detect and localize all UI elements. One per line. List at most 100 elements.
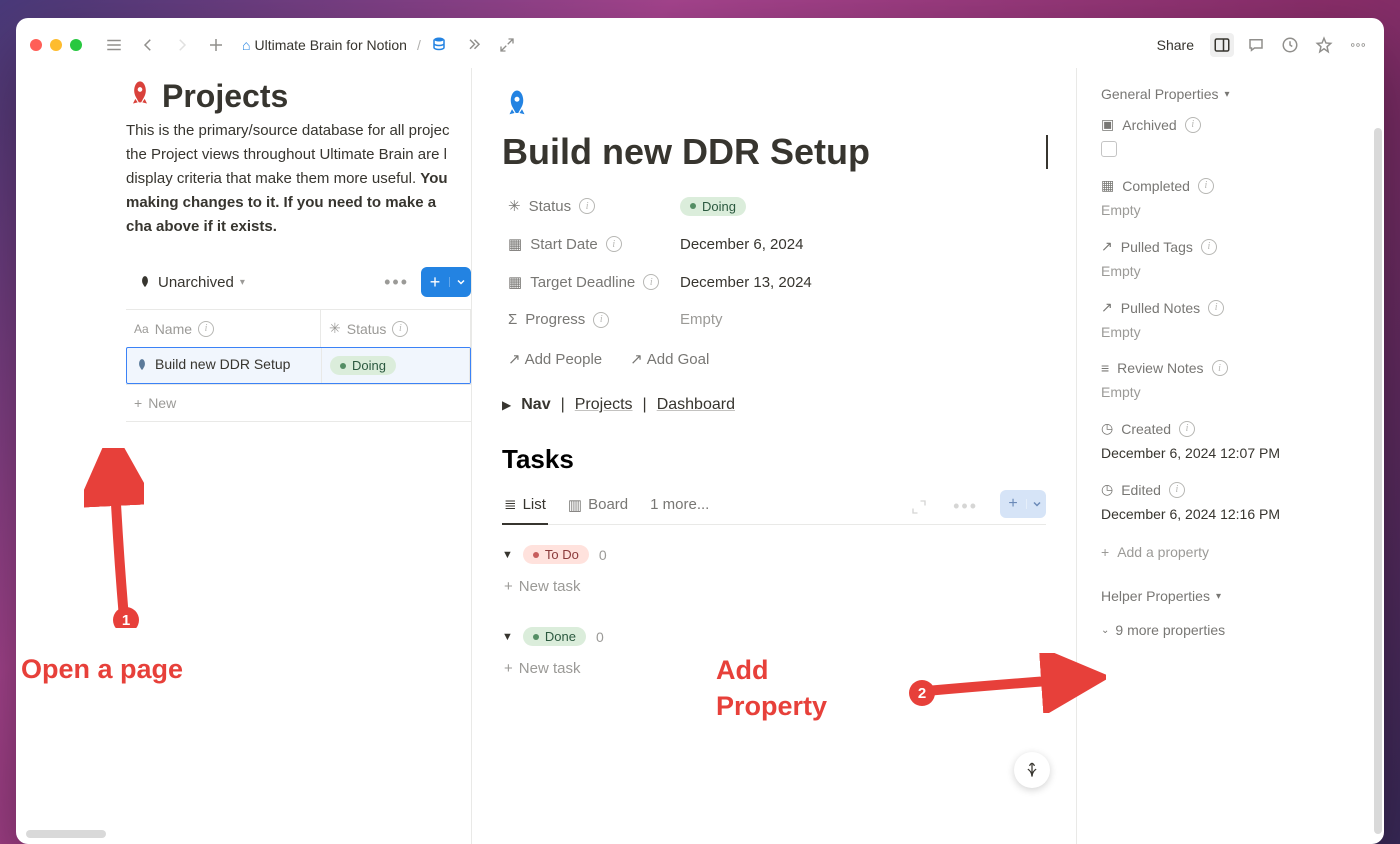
new-page-button[interactable] (204, 33, 228, 57)
info-icon[interactable]: i (1198, 178, 1214, 194)
chevron-down-icon: ▾ (1225, 89, 1230, 100)
info-icon[interactable]: i (1179, 421, 1195, 437)
expand-icon[interactable] (495, 33, 519, 57)
prop-archived[interactable]: ▣Archivedi (1101, 114, 1360, 135)
peek-mode-icon[interactable] (1210, 33, 1234, 57)
prop-pulled-tags[interactable]: ↗Pulled Tagsi (1101, 236, 1360, 257)
breadcrumb-sep: / (417, 37, 421, 53)
status-tag-done[interactable]: Done (523, 627, 586, 646)
expand-icon[interactable] (907, 495, 931, 519)
overflow-breadcrumb[interactable] (461, 33, 485, 57)
row-name-cell[interactable]: Build new DDR Setup (127, 348, 322, 383)
annotation-arrow-1: 1 (84, 448, 144, 628)
section-general[interactable]: General Properties▾ (1101, 86, 1360, 102)
info-icon[interactable]: i (1185, 117, 1201, 133)
new-task-todo[interactable]: +New task (502, 574, 1046, 599)
more-properties-button[interactable]: ⌄9 more properties (1101, 622, 1360, 638)
table-row[interactable]: Build new DDR Setup Doing (126, 347, 471, 384)
clock-icon: ◷ (1101, 481, 1113, 498)
prop-progress[interactable]: ΣProgressi (502, 307, 680, 332)
info-icon[interactable]: i (1169, 482, 1185, 498)
floating-button[interactable] (1014, 752, 1050, 788)
info-icon[interactable]: i (643, 274, 659, 290)
view-name: Unarchived (158, 274, 234, 291)
info-icon[interactable]: i (1201, 239, 1217, 255)
add-people-button[interactable]: ↗Add People (502, 346, 608, 372)
prop-start-date[interactable]: ▦Start Datei (502, 231, 680, 257)
chevron-down-icon: ⌄ (1101, 625, 1109, 636)
count: 0 (599, 547, 607, 563)
nav-label: Nav (521, 396, 550, 414)
row-status-cell[interactable]: Doing (322, 348, 470, 383)
info-icon[interactable]: i (392, 321, 408, 337)
titlebar: ⌂ Ultimate Brain for Notion / Share (16, 18, 1384, 68)
view-options[interactable]: ••• (380, 272, 413, 293)
rocket-icon-small (135, 358, 149, 372)
updates-icon[interactable] (1278, 33, 1302, 57)
view-tab-unarchived[interactable]: Unarchived ▾ (132, 270, 251, 295)
chevron-down-icon[interactable] (449, 277, 471, 287)
prop-edited[interactable]: ◷Editedi (1101, 479, 1360, 500)
plus-icon: + (421, 272, 449, 293)
home-icon: ⌂ (242, 37, 250, 53)
info-icon[interactable]: i (606, 236, 622, 252)
tab-more[interactable]: 1 more... (648, 490, 711, 523)
prop-start-value[interactable]: December 6, 2024 (680, 236, 803, 253)
info-icon[interactable]: i (198, 321, 214, 337)
col-name[interactable]: Aa Name i (126, 310, 321, 347)
prop-deadline-value[interactable]: December 13, 2024 (680, 274, 812, 291)
text-icon: Aa (134, 322, 149, 336)
add-property-button[interactable]: +Add a property (1101, 540, 1360, 564)
more-icon[interactable] (1346, 33, 1370, 57)
completed-value[interactable]: Empty (1101, 202, 1360, 218)
tab-list[interactable]: ≣List (502, 489, 548, 525)
new-task-done[interactable]: +New task (502, 656, 1046, 681)
prop-created[interactable]: ◷Createdi (1101, 418, 1360, 439)
minimize-window[interactable] (50, 39, 62, 51)
chevron-down-icon[interactable] (1026, 499, 1046, 509)
section-helper[interactable]: Helper Properties▾ (1101, 588, 1360, 604)
pulled-tags-value[interactable]: Empty (1101, 263, 1360, 279)
prop-completed[interactable]: ▦Completedi (1101, 175, 1360, 196)
breadcrumb-db[interactable] (427, 34, 451, 57)
prop-status-value[interactable]: Doing (680, 196, 746, 216)
forward-button[interactable] (170, 33, 194, 57)
info-icon[interactable]: i (593, 312, 609, 328)
info-icon[interactable]: i (579, 198, 595, 214)
tab-board[interactable]: ▥Board (566, 490, 630, 524)
review-notes-value[interactable]: Empty (1101, 384, 1360, 400)
prop-deadline[interactable]: ▦Target Deadlinei (502, 269, 680, 295)
new-record-button[interactable]: + (421, 267, 471, 297)
add-goal-button[interactable]: ↗Add Goal (624, 346, 715, 372)
info-icon[interactable]: i (1212, 360, 1228, 376)
maximize-window[interactable] (70, 39, 82, 51)
prop-progress-value[interactable]: Empty (680, 311, 723, 328)
page-title[interactable]: Build new DDR Setup (502, 131, 1046, 173)
new-row-button[interactable]: + New (126, 384, 471, 422)
nav-link-projects[interactable]: Projects (575, 396, 633, 414)
nav-link-dashboard[interactable]: Dashboard (657, 396, 735, 414)
menu-icon[interactable] (102, 33, 126, 57)
col-status[interactable]: ✳ Status i (321, 310, 471, 347)
share-button[interactable]: Share (1151, 33, 1200, 57)
toggle-icon[interactable]: ▼ (502, 631, 513, 643)
pulled-notes-value[interactable]: Empty (1101, 324, 1360, 340)
comments-icon[interactable] (1244, 33, 1268, 57)
archived-checkbox[interactable] (1101, 141, 1117, 157)
group-todo: ▼ To Do 0 +New task (502, 545, 1046, 599)
toggle-icon[interactable]: ▼ (502, 549, 513, 561)
info-icon[interactable]: i (1208, 300, 1224, 316)
task-view-options[interactable]: ••• (949, 496, 982, 517)
back-button[interactable] (136, 33, 160, 57)
breadcrumb-home[interactable]: ⌂ Ultimate Brain for Notion (238, 35, 411, 55)
status-icon: ✳ (508, 197, 521, 215)
prop-review-notes[interactable]: ≡Review Notesi (1101, 358, 1360, 378)
favorite-icon[interactable] (1312, 33, 1336, 57)
prop-status[interactable]: ✳Statusi (502, 193, 680, 219)
new-task-button[interactable]: + (1000, 490, 1046, 518)
toggle-icon[interactable]: ▶ (502, 398, 511, 412)
status-tag-todo[interactable]: To Do (523, 545, 589, 564)
prop-pulled-notes[interactable]: ↗Pulled Notesi (1101, 297, 1360, 318)
page-icon[interactable] (502, 88, 1046, 125)
close-window[interactable] (30, 39, 42, 51)
